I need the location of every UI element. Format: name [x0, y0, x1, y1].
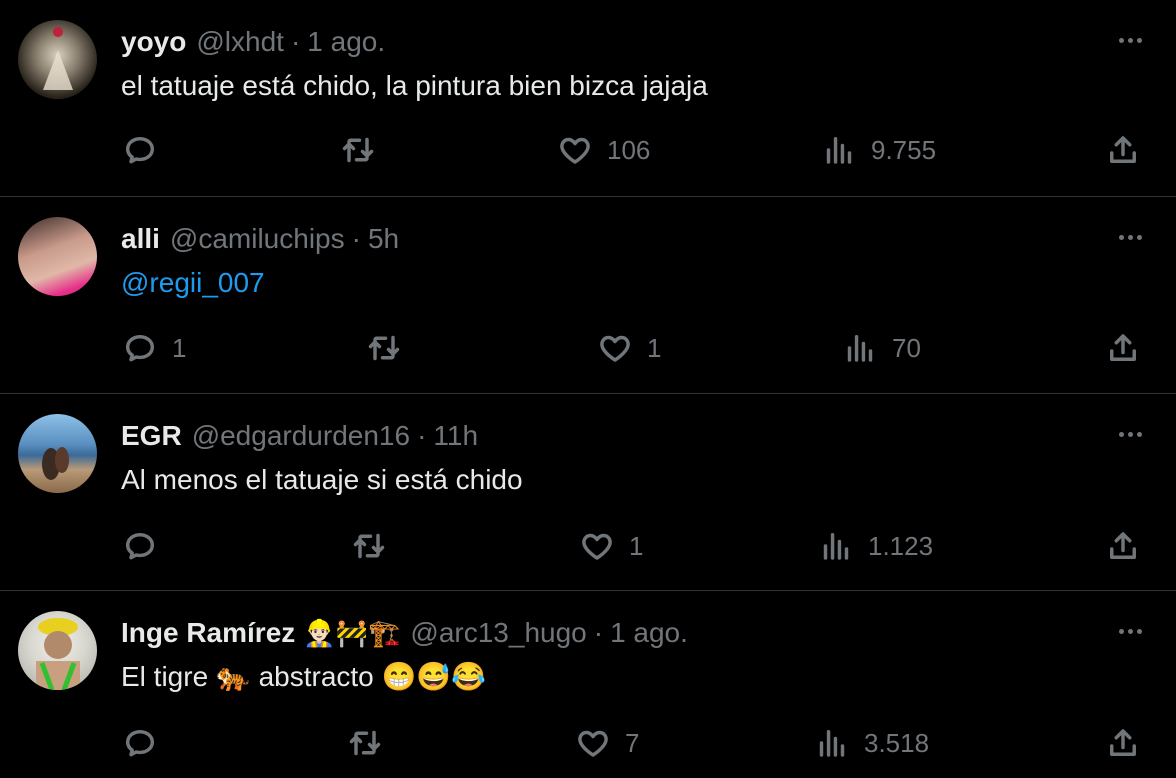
- avatar[interactable]: [18, 20, 97, 99]
- author-handle[interactable]: @arc13_hugo: [410, 617, 586, 649]
- retweet-icon: [368, 335, 400, 361]
- author-name[interactable]: Inge Ramírez: [121, 617, 295, 649]
- timestamp[interactable]: 11h: [433, 420, 478, 452]
- tweet-text: El tigre 🐅 abstracto 😁😅😂: [121, 661, 487, 692]
- heart-icon: [578, 730, 608, 757]
- reply-count: 1: [172, 332, 187, 363]
- like-button[interactable]: 1: [579, 526, 643, 566]
- like-button[interactable]: 7: [575, 723, 639, 763]
- reply-button[interactable]: [122, 526, 172, 566]
- share-icon: [1110, 729, 1136, 756]
- reply-tweet[interactable]: Inge Ramírez 👷🏻‍♂️🚧🏗️ @arc13_hugo · 1 ag…: [0, 591, 1176, 778]
- tweet-header: Inge Ramírez 👷🏻‍♂️🚧🏗️ @arc13_hugo · 1 ag…: [121, 615, 688, 651]
- view-count: 1.123: [868, 530, 934, 561]
- reply-tweet[interactable]: alli @camiluchips · 5h @regii_007 1 1 70: [0, 197, 1176, 394]
- retweet-button[interactable]: [340, 130, 376, 170]
- share-button[interactable]: [1105, 526, 1141, 566]
- avatar[interactable]: [18, 217, 97, 296]
- share-button[interactable]: [1105, 723, 1141, 763]
- separator-dot: ·: [290, 26, 301, 57]
- more-options-icon[interactable]: [1112, 225, 1148, 249]
- like-count: 1: [647, 332, 662, 363]
- reply-button[interactable]: 1: [122, 328, 186, 368]
- view-count: 70: [892, 332, 921, 363]
- share-icon: [1110, 532, 1136, 559]
- share-icon: [1110, 136, 1136, 163]
- like-button[interactable]: 1: [597, 328, 661, 368]
- author-name[interactable]: EGR: [121, 420, 182, 452]
- retweet-button[interactable]: [366, 328, 402, 368]
- tweet-text: @regii_007: [121, 263, 265, 303]
- timestamp[interactable]: 1 ago.: [610, 617, 688, 649]
- views-button[interactable]: 9.755: [821, 130, 936, 170]
- reply-button[interactable]: [122, 723, 172, 763]
- heart-icon: [560, 137, 590, 164]
- tweet-text: el tatuaje está chido, la pintura bien b…: [121, 70, 708, 101]
- heart-icon: [600, 335, 630, 362]
- like-count: 7: [625, 727, 640, 758]
- author-name[interactable]: alli: [121, 223, 160, 255]
- reply-tweet[interactable]: EGR @edgardurden16 · 11h Al menos el tat…: [0, 394, 1176, 591]
- share-button[interactable]: [1105, 328, 1141, 368]
- reply-button[interactable]: [122, 130, 172, 170]
- name-emojis: 👷🏻‍♂️🚧🏗️: [303, 617, 401, 648]
- tweet-text: Al menos el tatuaje si está chido: [121, 464, 523, 495]
- views-button[interactable]: 3.518: [814, 723, 929, 763]
- more-options-icon[interactable]: [1112, 422, 1148, 446]
- mention-link[interactable]: @regii_007: [121, 267, 265, 298]
- retweet-button[interactable]: [347, 723, 383, 763]
- like-count: 1: [629, 530, 644, 561]
- share-button[interactable]: [1105, 130, 1141, 170]
- comment-icon: [125, 335, 155, 362]
- author-handle[interactable]: @camiluchips: [170, 223, 345, 255]
- retweet-button[interactable]: [351, 526, 387, 566]
- author-handle[interactable]: @lxhdt: [196, 26, 284, 58]
- comment-icon: [125, 730, 155, 757]
- tweet-header: alli @camiluchips · 5h: [121, 221, 399, 257]
- author-handle[interactable]: @edgardurden16: [192, 420, 410, 452]
- views-icon: [819, 730, 845, 757]
- separator-dot: ·: [351, 223, 361, 254]
- tweet-header: yoyo @lxhdt · 1 ago.: [121, 24, 385, 60]
- separator-dot: ·: [417, 420, 427, 451]
- views-icon: [826, 137, 852, 164]
- view-count: 3.518: [864, 727, 930, 758]
- share-icon: [1110, 334, 1136, 361]
- like-count: 106: [607, 134, 651, 165]
- timestamp[interactable]: 1 ago.: [307, 26, 385, 58]
- more-options-icon[interactable]: [1112, 619, 1148, 643]
- heart-icon: [582, 533, 612, 560]
- view-count: 9.755: [871, 134, 937, 165]
- avatar[interactable]: [18, 414, 97, 493]
- retweet-icon: [342, 137, 374, 163]
- views-icon: [847, 335, 873, 362]
- retweet-icon: [353, 533, 385, 559]
- retweet-icon: [349, 730, 381, 756]
- comment-icon: [125, 533, 155, 560]
- views-button[interactable]: 70: [842, 328, 921, 368]
- more-options-icon[interactable]: [1112, 28, 1148, 52]
- separator-dot: ·: [593, 617, 604, 648]
- views-button[interactable]: 1.123: [818, 526, 933, 566]
- like-button[interactable]: 106: [557, 130, 650, 170]
- author-name[interactable]: yoyo: [121, 26, 186, 58]
- tweet-header: EGR @edgardurden16 · 11h: [121, 418, 478, 454]
- timestamp[interactable]: 5h: [368, 223, 399, 255]
- reply-tweet[interactable]: yoyo @lxhdt · 1 ago. el tatuaje está chi…: [0, 0, 1176, 197]
- views-icon: [823, 533, 849, 560]
- avatar[interactable]: [18, 611, 97, 690]
- comment-icon: [125, 137, 155, 164]
